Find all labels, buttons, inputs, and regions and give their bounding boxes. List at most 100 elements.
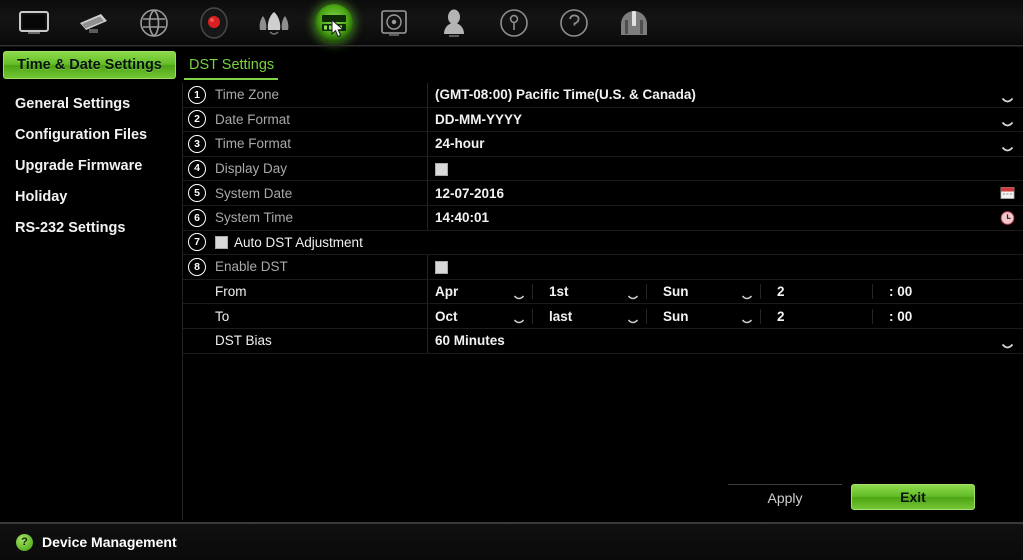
form-row-time-zone[interactable]: 1 Time Zone (GMT-08:00) Pacific Time(U.S…: [183, 83, 1023, 108]
auto-dst-adjustment-control[interactable]: Auto DST Adjustment: [211, 235, 363, 250]
status-bar: ? Device Management: [0, 522, 1023, 560]
network-icon: [134, 3, 174, 43]
sidebar-item-label: Holiday: [15, 188, 68, 205]
tab-bar: Time & Date Settings DST Settings: [0, 49, 1023, 82]
chevron-down-icon[interactable]: [1001, 140, 1014, 152]
dst-from-week-value: 1st: [549, 284, 569, 300]
camera-icon: [74, 3, 114, 43]
toolbar-item-shutdown[interactable]: [604, 1, 664, 45]
form-value-system-time[interactable]: 14:40:01: [419, 210, 1023, 225]
dst-to-day-select[interactable]: Sun: [647, 308, 761, 324]
form-value-system-date[interactable]: 12-07-2016: [419, 186, 1023, 201]
help-icon[interactable]: ?: [16, 533, 33, 551]
tab-time-date-settings[interactable]: Time & Date Settings: [3, 51, 176, 79]
chevron-down-icon[interactable]: [1001, 116, 1014, 127]
toolbar-item-record[interactable]: [184, 1, 244, 45]
form-row-display-day[interactable]: 4 Display Day: [183, 156, 1023, 182]
sidebar-item-upgrade-firmware[interactable]: Upgrade Firmware: [0, 150, 182, 181]
form-value-time-zone: (GMT-08:00) Pacific Time(U.S. & Canada): [435, 87, 696, 103]
sidebar-item-configuration-files[interactable]: Configuration Files: [0, 119, 182, 150]
form-row-enable-dst[interactable]: 8 Enable DST: [183, 255, 1023, 280]
toolbar-item-device-settings[interactable]: [304, 1, 364, 45]
row-number: 5: [183, 184, 211, 203]
dst-from-fields: Apr 1st Sun 2: 00: [419, 284, 1023, 300]
calendar-icon[interactable]: [1000, 186, 1015, 201]
dst-to-minute-value: : 00: [889, 308, 913, 324]
toolbar-item-help[interactable]: [544, 1, 604, 45]
toolbar-item-alarm[interactable]: [244, 1, 304, 45]
chevron-down-icon: [627, 313, 639, 324]
column-divider: [427, 181, 428, 205]
dst-to-hour-field[interactable]: 2: [761, 308, 873, 324]
toolbar-divider: [0, 45, 1023, 47]
sidebar-item-holiday[interactable]: Holiday: [0, 181, 182, 212]
dst-from-minute-field[interactable]: : 00: [873, 284, 983, 299]
dvr-settings-window: Time & Date Settings DST Settings Genera…: [0, 0, 1023, 560]
dst-to-week-select[interactable]: last: [533, 308, 647, 324]
form-label-enable-dst: Enable DST: [215, 259, 288, 275]
exit-button-label: Exit: [900, 489, 926, 505]
dst-from-week-select[interactable]: 1st: [533, 284, 647, 300]
dst-to-week-value: last: [549, 308, 573, 324]
toolbar-item-storage[interactable]: [364, 1, 424, 45]
form-label-time-format: Time Format: [215, 136, 292, 152]
row-number: 7: [183, 233, 211, 252]
record-icon: [194, 3, 234, 43]
chevron-down-icon[interactable]: [1001, 91, 1014, 103]
column-divider: [427, 132, 428, 156]
main-toolbar: [0, 0, 1023, 45]
column-divider: [427, 328, 428, 353]
chevron-down-icon: [741, 313, 753, 324]
form-row-dst-bias[interactable]: DST Bias 60 Minutes: [183, 328, 1023, 354]
form-row-auto-dst-adjustment[interactable]: 7 Auto DST Adjustment: [183, 231, 1023, 256]
form-action-bar: Apply Exit: [183, 480, 1023, 520]
dst-from-day-select[interactable]: Sun: [647, 284, 761, 300]
toolbar-item-user[interactable]: [424, 1, 484, 45]
row-number: 8: [183, 257, 211, 276]
form-row-system-time[interactable]: 6 System Time 14:40:01: [183, 205, 1023, 231]
dst-to-month-value: Oct: [435, 308, 458, 324]
dst-to-minute-field[interactable]: : 00: [873, 309, 983, 324]
form-row-time-format[interactable]: 3 Time Format 24-hour: [183, 132, 1023, 157]
sidebar-menu: General Settings Configuration Files Upg…: [0, 83, 182, 520]
toolbar-item-system-info[interactable]: [484, 1, 544, 45]
toolbar-item-camera[interactable]: [64, 1, 124, 45]
sidebar-item-general-settings[interactable]: General Settings: [0, 88, 182, 119]
dst-from-day-value: Sun: [663, 284, 689, 300]
sidebar-item-rs232-settings[interactable]: RS-232 Settings: [0, 212, 182, 243]
form-label-auto-dst-adjustment: Auto DST Adjustment: [234, 234, 363, 250]
form-value-time-format: 24-hour: [435, 136, 485, 152]
auto-dst-adjustment-checkbox[interactable]: [215, 235, 228, 249]
user-icon: [434, 3, 474, 43]
toolbar-item-display[interactable]: [4, 1, 64, 45]
row-number: 2: [183, 110, 211, 129]
row-number: 1: [183, 85, 211, 104]
clock-icon[interactable]: [1000, 210, 1015, 225]
enable-dst-checkbox[interactable]: [435, 261, 448, 275]
dst-from-month-value: Apr: [435, 284, 459, 300]
form-value-date-format: DD-MM-YYYY: [435, 111, 522, 127]
info-icon: [494, 3, 534, 43]
chevron-down-icon: [741, 289, 753, 299]
exit-button[interactable]: Exit: [851, 484, 975, 510]
column-divider: [427, 83, 428, 107]
form-row-date-format[interactable]: 2 Date Format DD-MM-YYYY: [183, 107, 1023, 133]
form-row-system-date[interactable]: 5 System Date 12-07-2016: [183, 181, 1023, 206]
sidebar-item-label: RS-232 Settings: [15, 219, 126, 236]
sidebar-item-label: General Settings: [15, 95, 131, 112]
dst-from-hour-field[interactable]: 2: [761, 284, 873, 300]
form-label-system-date: System Date: [215, 185, 293, 201]
column-divider: [427, 107, 428, 132]
display-day-checkbox[interactable]: [435, 163, 448, 177]
tab-dst-settings-underline: [184, 78, 278, 80]
form-label-system-time: System Time: [215, 210, 294, 226]
toolbar-item-network[interactable]: [124, 1, 184, 45]
dst-from-month-select[interactable]: Apr: [419, 284, 533, 300]
chevron-down-icon[interactable]: [1001, 337, 1014, 349]
dst-to-month-select[interactable]: Oct: [419, 308, 533, 324]
tab-dst-settings[interactable]: DST Settings: [185, 51, 278, 79]
apply-button[interactable]: Apply: [728, 484, 842, 510]
monitor-icon: [14, 3, 54, 43]
form-label-dst-bias: DST Bias: [215, 333, 272, 349]
sidebar-item-label: Upgrade Firmware: [15, 157, 143, 174]
